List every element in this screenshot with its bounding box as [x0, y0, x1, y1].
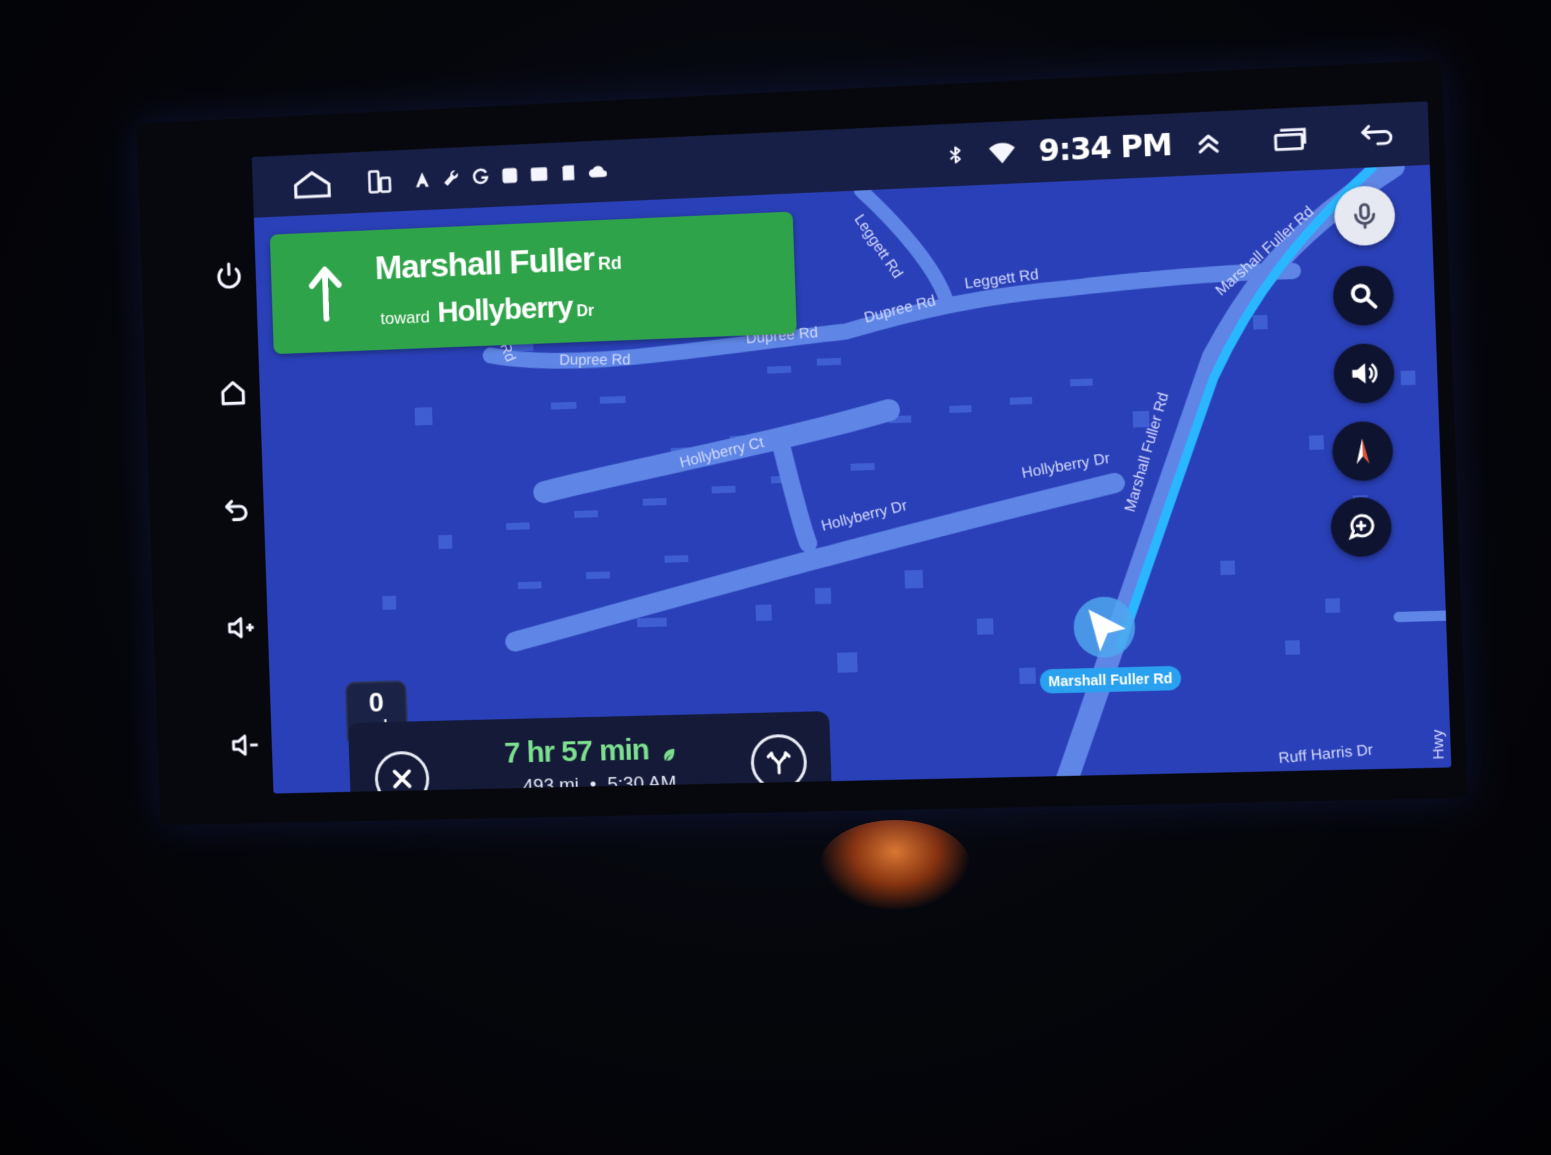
volume-icon [1351, 357, 1380, 389]
power-icon [213, 259, 245, 292]
volume-down-icon [229, 729, 261, 761]
label-dupree-rd-1: Dupree Rd [559, 352, 630, 368]
search-icon [1347, 280, 1379, 312]
bluetooth-icon [945, 144, 966, 165]
wrench-icon [441, 168, 461, 189]
trip-arrival: 5:30 AM [607, 772, 677, 794]
volume-up-icon [225, 612, 257, 644]
close-icon [389, 766, 415, 792]
next-street: Marshall Fuller Rd [374, 239, 622, 288]
back-arrow-icon[interactable] [1357, 120, 1398, 150]
ruff-harris-road [1399, 616, 1446, 617]
sd-card-icon [558, 162, 578, 183]
microphone-icon [1348, 200, 1380, 232]
trip-distance: 493 mi [522, 774, 580, 794]
toward-street-suffix: Dr [576, 302, 595, 321]
home-icon [217, 377, 249, 409]
volume-up-button[interactable] [219, 606, 262, 650]
apps-icon[interactable] [366, 167, 394, 196]
compass-icon [1355, 438, 1370, 465]
cloud-icon [588, 161, 608, 182]
notification-icon [500, 165, 520, 186]
home-button[interactable] [211, 371, 254, 416]
expand-up-icon[interactable] [1194, 128, 1224, 158]
trip-details: 493 mi • 5:30 AM [523, 773, 677, 794]
alternate-routes-icon [767, 751, 791, 775]
leaf-icon [663, 748, 675, 761]
wifi-icon [987, 138, 1016, 168]
a-icon [412, 169, 432, 190]
head-unit: 9:34 PM Marshall Fuller Rd Leggett Rd Le… [136, 59, 1469, 826]
back-button[interactable] [215, 488, 258, 532]
toward-street-name: Hollyberry [436, 290, 574, 329]
next-street-name: Marshall Fuller [374, 240, 595, 288]
recent-apps-icon[interactable] [1270, 124, 1310, 154]
back-icon [221, 494, 253, 526]
exit-navigation-button[interactable] [374, 750, 431, 794]
straight-arrow-icon [305, 263, 345, 323]
label-hwy-edge: Hwy [1430, 729, 1448, 760]
touchscreen: 9:34 PM Marshall Fuller Rd Leggett Rd Le… [251, 101, 1452, 794]
speed-value: 0 [368, 686, 385, 718]
dashboard-knob-glow [820, 820, 970, 910]
volume-down-button[interactable] [223, 723, 267, 767]
trip-duration-text: 7 hr 57 min [503, 733, 650, 770]
alternate-routes-button[interactable] [750, 733, 808, 791]
toward-street: toward Hollyberry Dr [380, 290, 595, 332]
trip-duration: 7 hr 57 min [504, 733, 678, 771]
next-street-suffix: Rd [597, 252, 623, 274]
current-road-chip-label: Marshall Fuller Rd [1048, 671, 1173, 690]
trip-summary-panel[interactable]: 7 hr 57 min 493 mi • 5:30 AM [347, 711, 833, 794]
home-outline-icon[interactable] [289, 168, 336, 202]
g-icon [470, 167, 490, 188]
toward-word: toward [380, 307, 431, 329]
power-button[interactable] [207, 253, 250, 298]
status-time: 9:34 PM [1038, 127, 1173, 169]
report-icon [1345, 511, 1377, 543]
image-icon [529, 164, 549, 185]
trip-separator: • [589, 774, 597, 794]
turn-instruction-card[interactable]: Marshall Fuller Rd toward Hollyberry Dr [269, 211, 797, 355]
